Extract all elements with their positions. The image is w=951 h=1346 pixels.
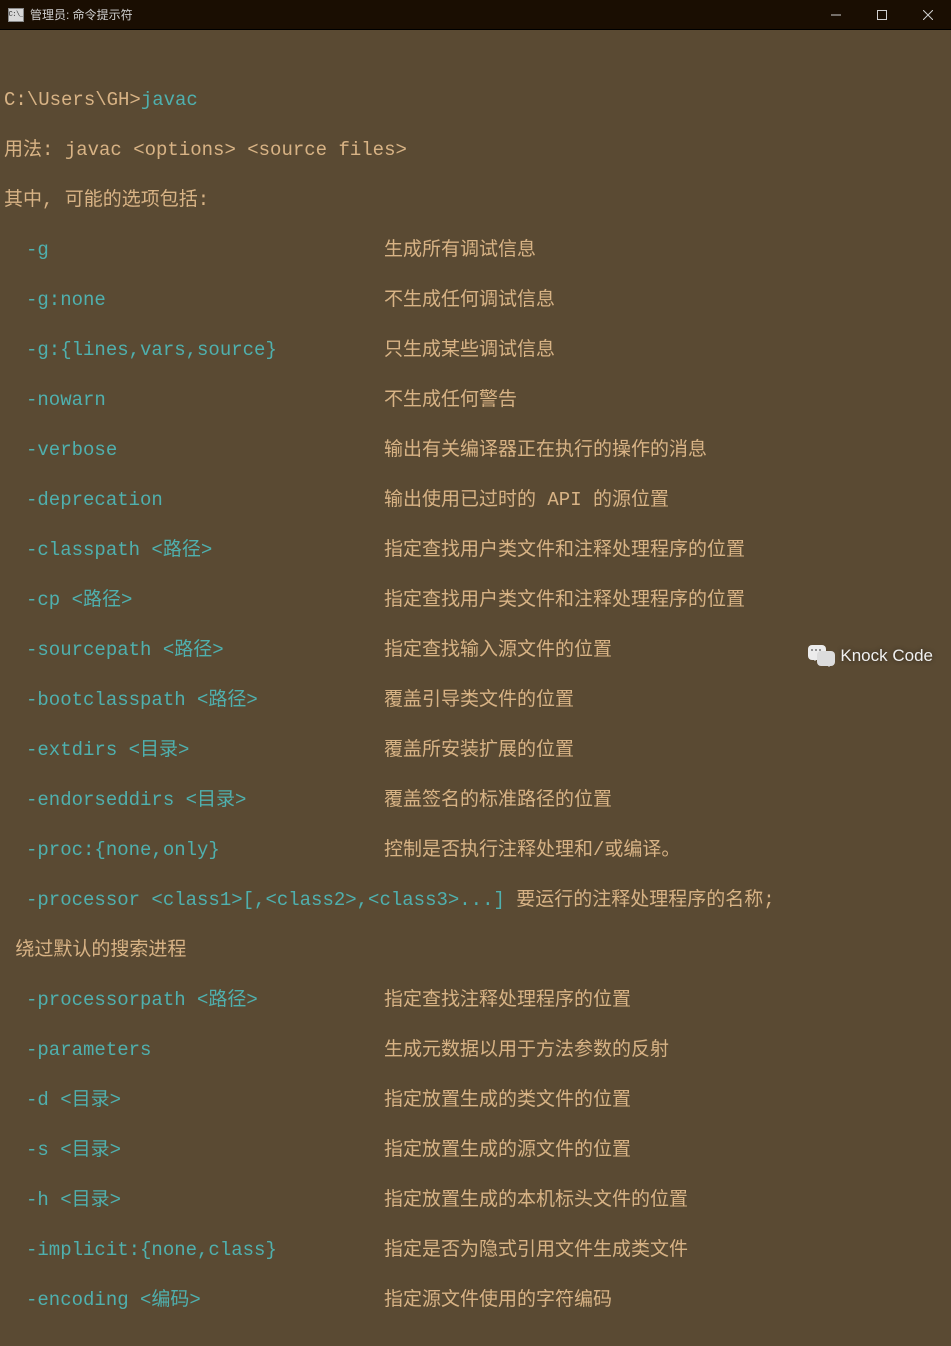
usage-label: 用法:	[4, 139, 65, 161]
option-flag: -parameters	[4, 1038, 384, 1063]
option-row: -g:none不生成任何调试信息	[4, 288, 947, 313]
watermark: Knock Code	[808, 645, 933, 667]
option-flag: -implicit:{none,class}	[4, 1238, 384, 1263]
option-desc: 不生成任何调试信息	[384, 288, 555, 313]
option-row: -g:{lines,vars,source}只生成某些调试信息	[4, 338, 947, 363]
option-row: -s <目录>指定放置生成的源文件的位置	[4, 1138, 947, 1163]
minimize-icon	[831, 10, 841, 20]
option-desc: 不生成任何警告	[384, 388, 517, 413]
option-processor-wrap: 绕过默认的搜索进程	[4, 938, 947, 963]
usage-syntax: javac <options> <source files>	[65, 139, 407, 161]
option-desc: 指定放置生成的本机标头文件的位置	[384, 1188, 688, 1213]
titlebar-left: 管理员: 命令提示符	[0, 6, 133, 23]
option-row: -implicit:{none,class}指定是否为隐式引用文件生成类文件	[4, 1238, 947, 1263]
option-row: -classpath <路径>指定查找用户类文件和注释处理程序的位置	[4, 538, 947, 563]
option-flag: -extdirs <目录>	[4, 738, 384, 763]
option-flag: -proc:{none,only}	[4, 838, 384, 863]
option-flag: -encoding <编码>	[4, 1288, 384, 1313]
option-flag: -processor <class1>[,<class2>,<class3>..…	[26, 889, 505, 911]
command-line: C:\Users\GH>javac	[4, 88, 947, 113]
usage-line: 用法: javac <options> <source files>	[4, 138, 947, 163]
option-desc: 输出有关编译器正在执行的操作的消息	[384, 438, 707, 463]
option-flag: -classpath <路径>	[4, 538, 384, 563]
option-row: -nowarn不生成任何警告	[4, 388, 947, 413]
option-row: -sourcepath <路径>指定查找输入源文件的位置	[4, 638, 947, 663]
option-row: -verbose输出有关编译器正在执行的操作的消息	[4, 438, 947, 463]
prompt-text: C:\Users\GH>	[4, 89, 141, 111]
option-desc: 指定查找用户类文件和注释处理程序的位置	[384, 588, 745, 613]
option-row: -endorseddirs <目录>覆盖签名的标准路径的位置	[4, 788, 947, 813]
option-desc: 指定放置生成的类文件的位置	[384, 1088, 631, 1113]
maximize-button[interactable]	[859, 0, 905, 30]
window-controls	[813, 0, 951, 29]
option-flag: -g	[4, 238, 384, 263]
option-flag: -s <目录>	[4, 1138, 384, 1163]
option-flag: -d <目录>	[4, 1088, 384, 1113]
option-processor-row: -processor <class1>[,<class2>,<class3>..…	[4, 888, 947, 913]
option-flag: -verbose	[4, 438, 384, 463]
option-flag: -cp <路径>	[4, 588, 384, 613]
option-flag: -processorpath <路径>	[4, 988, 384, 1013]
option-row: -extdirs <目录>覆盖所安装扩展的位置	[4, 738, 947, 763]
option-row: -bootclasspath <路径>覆盖引导类文件的位置	[4, 688, 947, 713]
option-desc: 指定查找输入源文件的位置	[384, 638, 612, 663]
minimize-button[interactable]	[813, 0, 859, 30]
option-flag: -h <目录>	[4, 1188, 384, 1213]
option-desc: 覆盖所安装扩展的位置	[384, 738, 574, 763]
option-desc: 要运行的注释处理程序的名称;	[505, 889, 775, 911]
option-desc: 输出使用已过时的 API 的源位置	[384, 488, 669, 513]
option-desc: 生成元数据以用于方法参数的反射	[384, 1038, 669, 1063]
cmd-icon	[8, 8, 24, 22]
option-desc: 覆盖签名的标准路径的位置	[384, 788, 612, 813]
option-row: -deprecation输出使用已过时的 API 的源位置	[4, 488, 947, 513]
option-desc: 只生成某些调试信息	[384, 338, 555, 363]
watermark-text: Knock Code	[840, 646, 933, 666]
option-flag: -bootclasspath <路径>	[4, 688, 384, 713]
window-titlebar: 管理员: 命令提示符	[0, 0, 951, 30]
option-flag: -g:{lines,vars,source}	[4, 338, 384, 363]
option-flag: -endorseddirs <目录>	[4, 788, 384, 813]
option-desc: 指定是否为隐式引用文件生成类文件	[384, 1238, 688, 1263]
maximize-icon	[877, 10, 887, 20]
option-row: -proc:{none,only}控制是否执行注释处理和/或编译。	[4, 838, 947, 863]
option-row: -h <目录>指定放置生成的本机标头文件的位置	[4, 1188, 947, 1213]
terminal-output[interactable]: C:\Users\GH>javac 用法: javac <options> <s…	[0, 30, 951, 1346]
option-row: -encoding <编码>指定源文件使用的字符编码	[4, 1288, 947, 1313]
option-row: -processorpath <路径>指定查找注释处理程序的位置	[4, 988, 947, 1013]
wechat-icon	[808, 645, 834, 667]
option-desc: 生成所有调试信息	[384, 238, 536, 263]
option-row: -parameters生成元数据以用于方法参数的反射	[4, 1038, 947, 1063]
close-icon	[923, 10, 933, 20]
option-flag: -sourcepath <路径>	[4, 638, 384, 663]
option-row: -d <目录>指定放置生成的类文件的位置	[4, 1088, 947, 1113]
close-button[interactable]	[905, 0, 951, 30]
option-desc: 覆盖引导类文件的位置	[384, 688, 574, 713]
option-desc: 指定放置生成的源文件的位置	[384, 1138, 631, 1163]
option-desc: 指定源文件使用的字符编码	[384, 1288, 612, 1313]
command-text: javac	[141, 89, 198, 111]
option-row: -cp <路径>指定查找用户类文件和注释处理程序的位置	[4, 588, 947, 613]
option-desc: 指定查找用户类文件和注释处理程序的位置	[384, 538, 745, 563]
option-flag: -nowarn	[4, 388, 384, 413]
option-row: -g生成所有调试信息	[4, 238, 947, 263]
option-flag: -g:none	[4, 288, 384, 313]
window-title: 管理员: 命令提示符	[30, 6, 133, 23]
options-header: 其中, 可能的选项包括:	[4, 188, 947, 213]
option-flag: -deprecation	[4, 488, 384, 513]
option-desc: 控制是否执行注释处理和/或编译。	[384, 838, 680, 863]
option-desc: 指定查找注释处理程序的位置	[384, 988, 631, 1013]
